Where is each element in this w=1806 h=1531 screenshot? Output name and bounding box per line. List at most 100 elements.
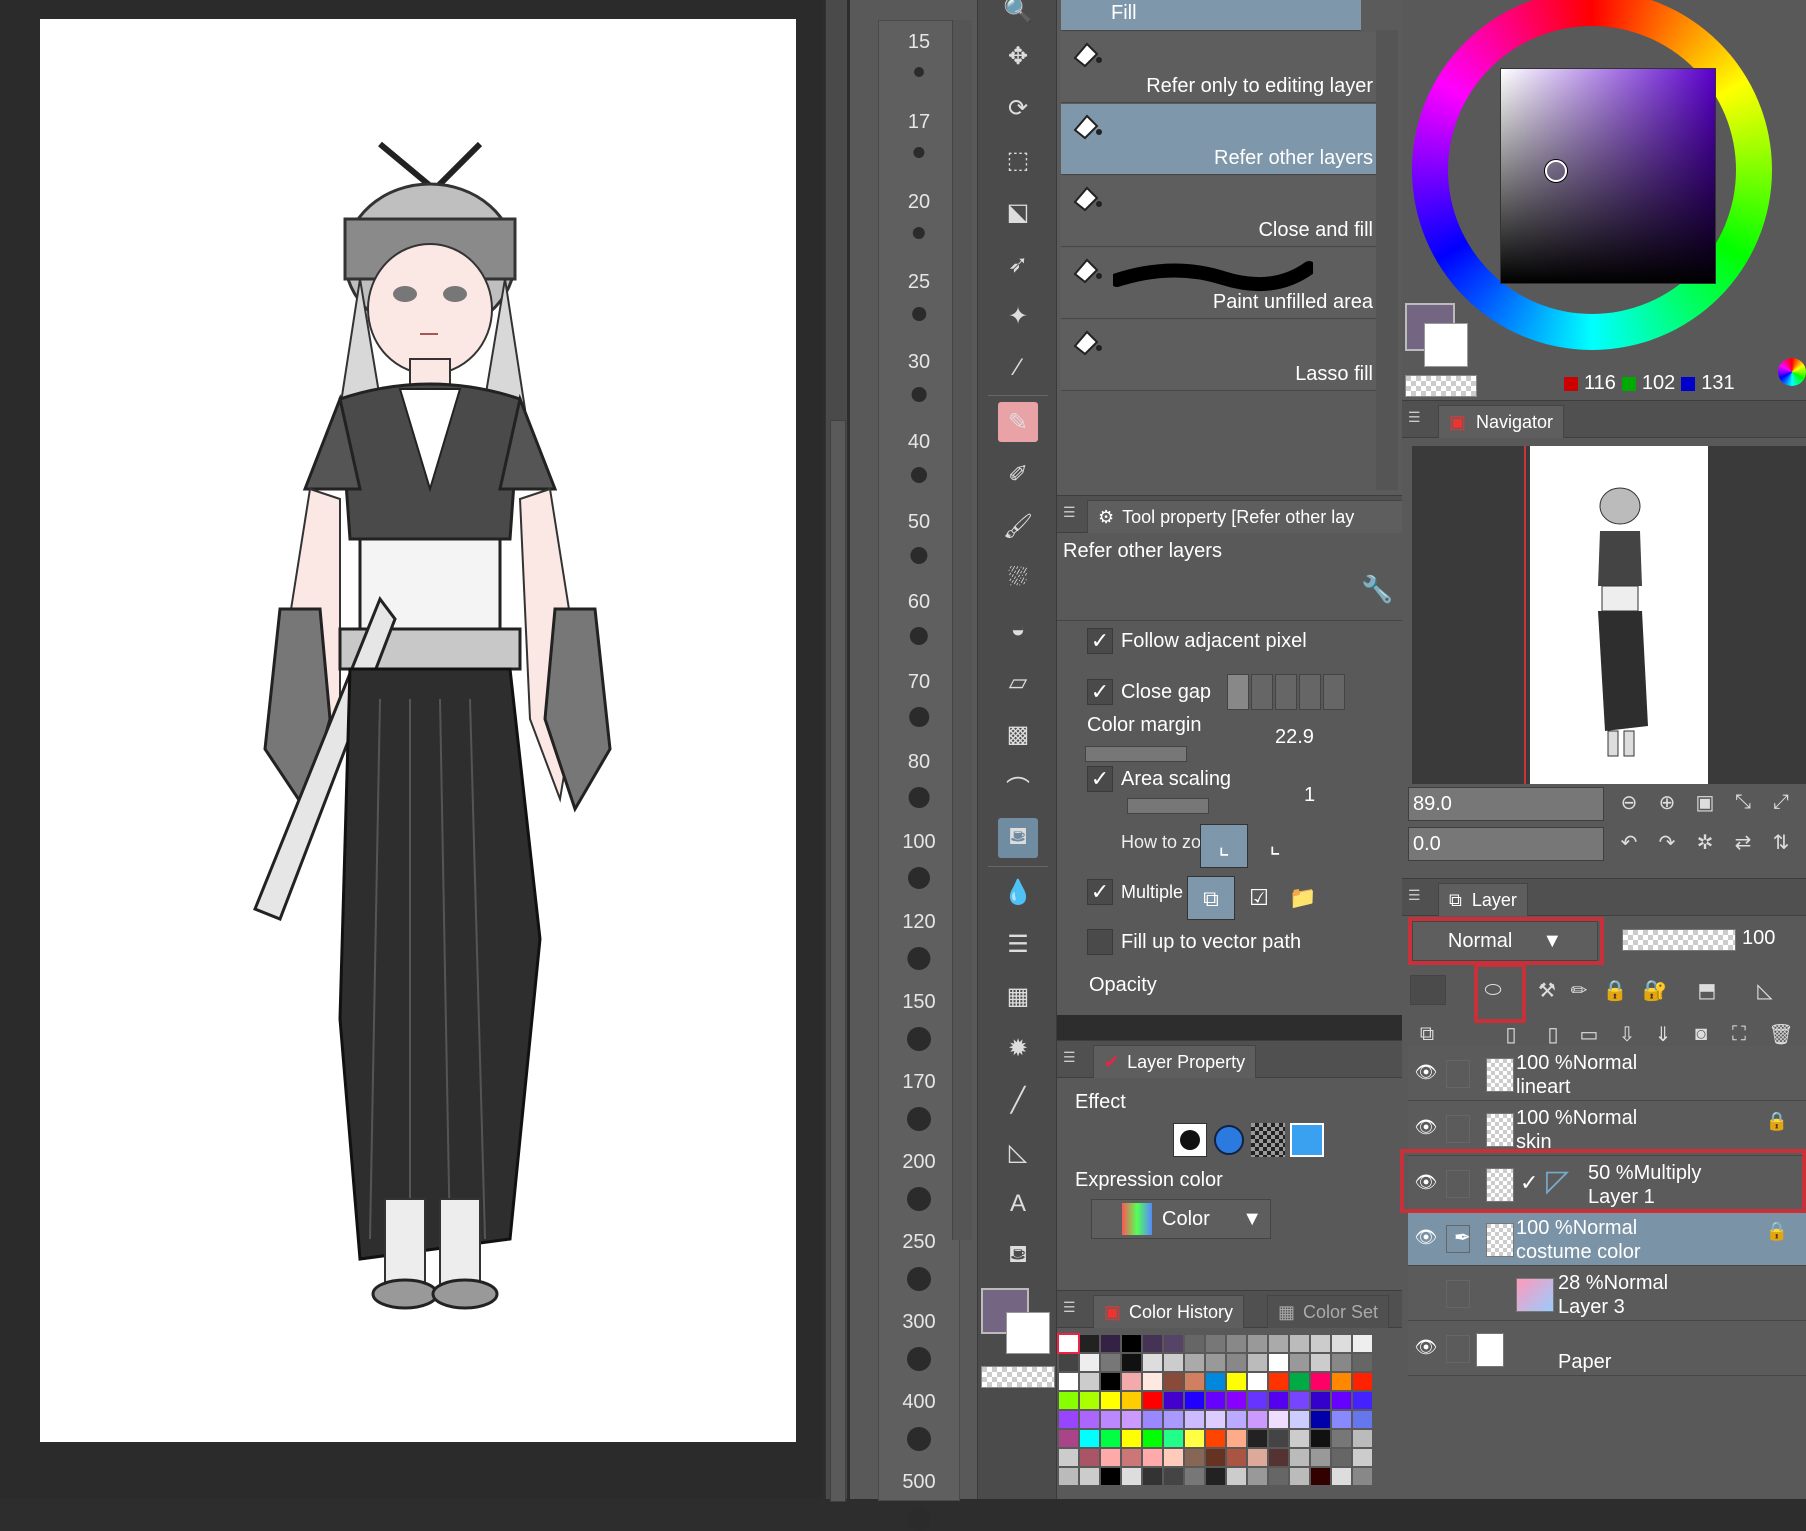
blend-tool-icon[interactable]: ⌒	[998, 766, 1038, 806]
canvas-scroll-thumb[interactable]	[830, 420, 846, 1502]
layer-menu-icon[interactable]: ⧉	[1410, 1019, 1444, 1049]
color-swatch[interactable]	[1353, 1468, 1372, 1485]
scaling-mode-icon-1[interactable]: ⌞	[1200, 824, 1248, 868]
flip-horizontal-icon[interactable]: ⇄	[1726, 827, 1760, 857]
color-swatch[interactable]	[1185, 1335, 1204, 1352]
layer-edit-target-cell[interactable]	[1446, 1335, 1470, 1363]
layer-row[interactable]: 👁 100 %Normal lineart	[1408, 1046, 1806, 1101]
color-swatch[interactable]	[1080, 1392, 1099, 1409]
color-swatch[interactable]	[1269, 1449, 1288, 1466]
fill-vector-checkbox[interactable]	[1087, 929, 1113, 955]
color-swatch[interactable]	[1059, 1411, 1078, 1428]
frame-tool-icon[interactable]: ▦	[998, 976, 1038, 1016]
color-swatch[interactable]	[1332, 1335, 1351, 1352]
hatching-tool-icon[interactable]: ☰	[998, 924, 1038, 964]
brush-size-item[interactable]: 30	[879, 351, 959, 374]
scaling-mode-icon-2[interactable]: ⌞	[1251, 824, 1299, 868]
drop-tool-icon[interactable]: 💧	[998, 872, 1038, 912]
refer-all-layers-icon[interactable]: ⧉	[1187, 876, 1235, 920]
refer-folder-icon[interactable]: 📁	[1283, 876, 1323, 920]
panel-menu-icon[interactable]: ☰	[1408, 887, 1426, 907]
color-swatch[interactable]	[1290, 1411, 1309, 1428]
eye-icon[interactable]: 👁	[1414, 1117, 1438, 1137]
brush-size-item[interactable]: 150	[879, 991, 959, 1014]
panel-menu-icon[interactable]: ☰	[1063, 1049, 1081, 1069]
color-swatch[interactable]	[1185, 1449, 1204, 1466]
brush-size-item[interactable]: 170	[879, 1071, 959, 1094]
brush-size-item[interactable]: 15	[879, 31, 959, 54]
opacity-slider[interactable]	[1622, 929, 1736, 951]
color-swatch[interactable]	[1059, 1392, 1078, 1409]
brush-size-scrollbar[interactable]	[952, 20, 972, 1240]
color-swatch[interactable]	[1185, 1430, 1204, 1447]
subtool-item[interactable]: Fill	[1061, 0, 1361, 31]
color-swatch[interactable]	[1164, 1468, 1183, 1485]
color-swatch[interactable]	[1248, 1468, 1267, 1485]
color-swatch[interactable]	[1122, 1354, 1141, 1371]
color-swatch[interactable]	[1311, 1373, 1330, 1390]
mask-enable-icon[interactable]: ⬒	[1690, 975, 1724, 1005]
color-swatch[interactable]	[1164, 1373, 1183, 1390]
color-swatch-grid[interactable]	[1057, 1333, 1375, 1485]
zoom-in-icon[interactable]: ⊕	[1650, 787, 1684, 817]
layer-row[interactable]: 👁 ✒ 100 %Normal costume color 🔒	[1408, 1211, 1806, 1266]
color-swatch[interactable]	[1290, 1335, 1309, 1352]
eye-icon[interactable]: 👁	[1414, 1062, 1438, 1082]
color-swatch[interactable]	[1227, 1335, 1246, 1352]
transform-tool-icon[interactable]: ➶	[998, 244, 1038, 284]
color-swatch[interactable]	[1248, 1430, 1267, 1447]
color-swatch[interactable]	[1101, 1392, 1120, 1409]
ruler-tool-icon[interactable]: ◺	[998, 1132, 1038, 1172]
eye-icon[interactable]: 👁	[1414, 1227, 1438, 1247]
color-swatch[interactable]	[1185, 1373, 1204, 1390]
color-swatch[interactable]	[1353, 1335, 1372, 1352]
color-swatch[interactable]	[1290, 1373, 1309, 1390]
color-swatch[interactable]	[1143, 1373, 1162, 1390]
color-swatch[interactable]	[1227, 1468, 1246, 1485]
layer-color-icon[interactable]	[1290, 1123, 1324, 1157]
color-swatch[interactable]	[1206, 1468, 1225, 1485]
color-swatch[interactable]	[1164, 1449, 1183, 1466]
brush-size-item[interactable]: 50	[879, 511, 959, 534]
color-swatch[interactable]	[1185, 1354, 1204, 1371]
color-swatch[interactable]	[1143, 1392, 1162, 1409]
brush-size-item[interactable]: 25	[879, 271, 959, 294]
wrench-icon[interactable]: 🔧	[1361, 574, 1397, 610]
brush-size-item[interactable]: 200	[879, 1151, 959, 1174]
color-swatch[interactable]	[1311, 1335, 1330, 1352]
new-raster-layer-icon[interactable]: ▯	[1494, 1019, 1528, 1049]
color-swatch[interactable]	[1353, 1354, 1372, 1371]
layer-row[interactable]: 👁 100 %Normal skin 🔒	[1408, 1101, 1806, 1156]
panel-menu-icon[interactable]: ☰	[1063, 504, 1081, 524]
color-swatch[interactable]	[1311, 1411, 1330, 1428]
brush-size-item[interactable]: 40	[879, 431, 959, 454]
color-swatch[interactable]	[1143, 1411, 1162, 1428]
brush-size-item[interactable]: 100	[879, 831, 959, 854]
zoom-tool-icon[interactable]: 🔍	[998, 0, 1038, 30]
color-swatch[interactable]	[1269, 1411, 1288, 1428]
draft-layer-icon[interactable]: ✏	[1562, 975, 1596, 1005]
apply-mask-icon[interactable]: ⛶	[1722, 1019, 1756, 1049]
color-swatch[interactable]	[1143, 1354, 1162, 1371]
multiple-checkbox[interactable]: ✓	[1087, 879, 1113, 905]
color-swatch[interactable]	[1227, 1449, 1246, 1466]
layer-property-tab[interactable]: ✔ Layer Property	[1093, 1045, 1257, 1078]
auto-select-tool-icon[interactable]: ✦	[998, 296, 1038, 336]
color-swatch[interactable]	[1248, 1392, 1267, 1409]
eye-icon[interactable]: 👁	[1414, 1337, 1438, 1357]
toolbar-sub-color[interactable]	[1006, 1312, 1050, 1354]
subtool-item[interactable]: Refer only to editing layer	[1061, 32, 1381, 103]
subtool-item[interactable]: Paint unfilled area	[1061, 248, 1381, 319]
color-swatch[interactable]	[1164, 1335, 1183, 1352]
selection-tool-icon[interactable]: ⬕	[998, 192, 1038, 232]
color-swatch[interactable]	[1206, 1411, 1225, 1428]
new-folder-icon[interactable]: ▭	[1572, 1019, 1606, 1049]
eye-icon[interactable]	[1414, 1282, 1438, 1302]
color-swatch[interactable]	[1311, 1354, 1330, 1371]
color-swatch[interactable]	[1101, 1354, 1120, 1371]
color-swatch[interactable]	[1332, 1373, 1351, 1390]
color-swatch[interactable]	[1332, 1449, 1351, 1466]
brush-size-item[interactable]: 400	[879, 1391, 959, 1414]
trash-icon[interactable]: 🗑	[1764, 1019, 1798, 1049]
color-swatch[interactable]	[1311, 1430, 1330, 1447]
